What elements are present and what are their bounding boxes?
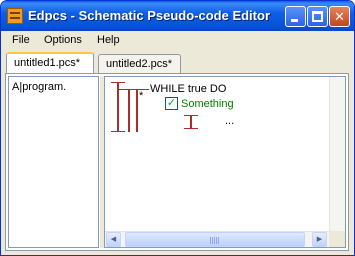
tab-untitled1[interactable]: untitled1.pcs* <box>6 52 94 73</box>
menu-options[interactable]: Options <box>44 34 82 46</box>
horizontal-scrollbar[interactable]: ◀ ▶ <box>105 231 329 247</box>
minimize-button[interactable] <box>285 6 306 27</box>
inner-bar[interactable] <box>190 115 192 129</box>
status-bar <box>1 252 354 255</box>
while-label[interactable]: WHILE true DO <box>150 83 226 95</box>
grip-icon <box>210 237 220 244</box>
scroll-corner <box>329 231 345 247</box>
vertical-scrollbar[interactable] <box>329 77 345 231</box>
scroll-thumb[interactable] <box>125 232 305 247</box>
title-bar[interactable]: Edpcs - Schematic Pseudo-code Editor ✕ <box>1 1 354 31</box>
check-icon: ✓ <box>166 97 177 109</box>
scroll-right-button[interactable]: ▶ <box>312 232 327 247</box>
arrow-left-icon: ◀ <box>110 236 117 243</box>
maximize-button[interactable] <box>307 6 328 27</box>
arrow-right-icon: ▶ <box>316 236 323 243</box>
close-icon: ✕ <box>334 9 345 24</box>
minimize-icon <box>291 19 298 22</box>
menu-help[interactable]: Help <box>97 34 120 46</box>
statement-checkbox[interactable]: ✓ <box>165 97 178 110</box>
menu-file[interactable]: File <box>12 34 30 46</box>
code-text[interactable]: A|program. <box>12 81 66 93</box>
maximize-icon <box>312 11 323 22</box>
while-bar-outer[interactable] <box>128 89 130 132</box>
tab-untitled2[interactable]: untitled2.pcs* <box>98 54 181 73</box>
more-ellipsis[interactable]: ... <box>225 115 234 127</box>
statement-label[interactable]: Something <box>181 98 234 110</box>
inner-bar-bottom <box>184 128 198 129</box>
menu-bar: File Options Help <box>1 31 354 51</box>
tab-panel: A|program. * WHILE true DO ✓ Something .… <box>5 73 349 251</box>
while-bar-inner[interactable] <box>136 89 138 132</box>
program-bar-bottom <box>111 131 125 132</box>
scroll-left-button[interactable]: ◀ <box>106 232 121 247</box>
code-editor[interactable]: A|program. <box>8 76 99 248</box>
close-button[interactable]: ✕ <box>329 6 350 27</box>
loop-connector <box>119 89 149 90</box>
window-title: Edpcs - Schematic Pseudo-code Editor <box>28 8 270 23</box>
app-icon <box>7 8 23 24</box>
loop-marker: * <box>139 90 144 102</box>
diagram-view[interactable]: * WHILE true DO ✓ Something ... ◀ ▶ <box>104 76 346 248</box>
app-window: Edpcs - Schematic Pseudo-code Editor ✕ F… <box>0 0 355 256</box>
